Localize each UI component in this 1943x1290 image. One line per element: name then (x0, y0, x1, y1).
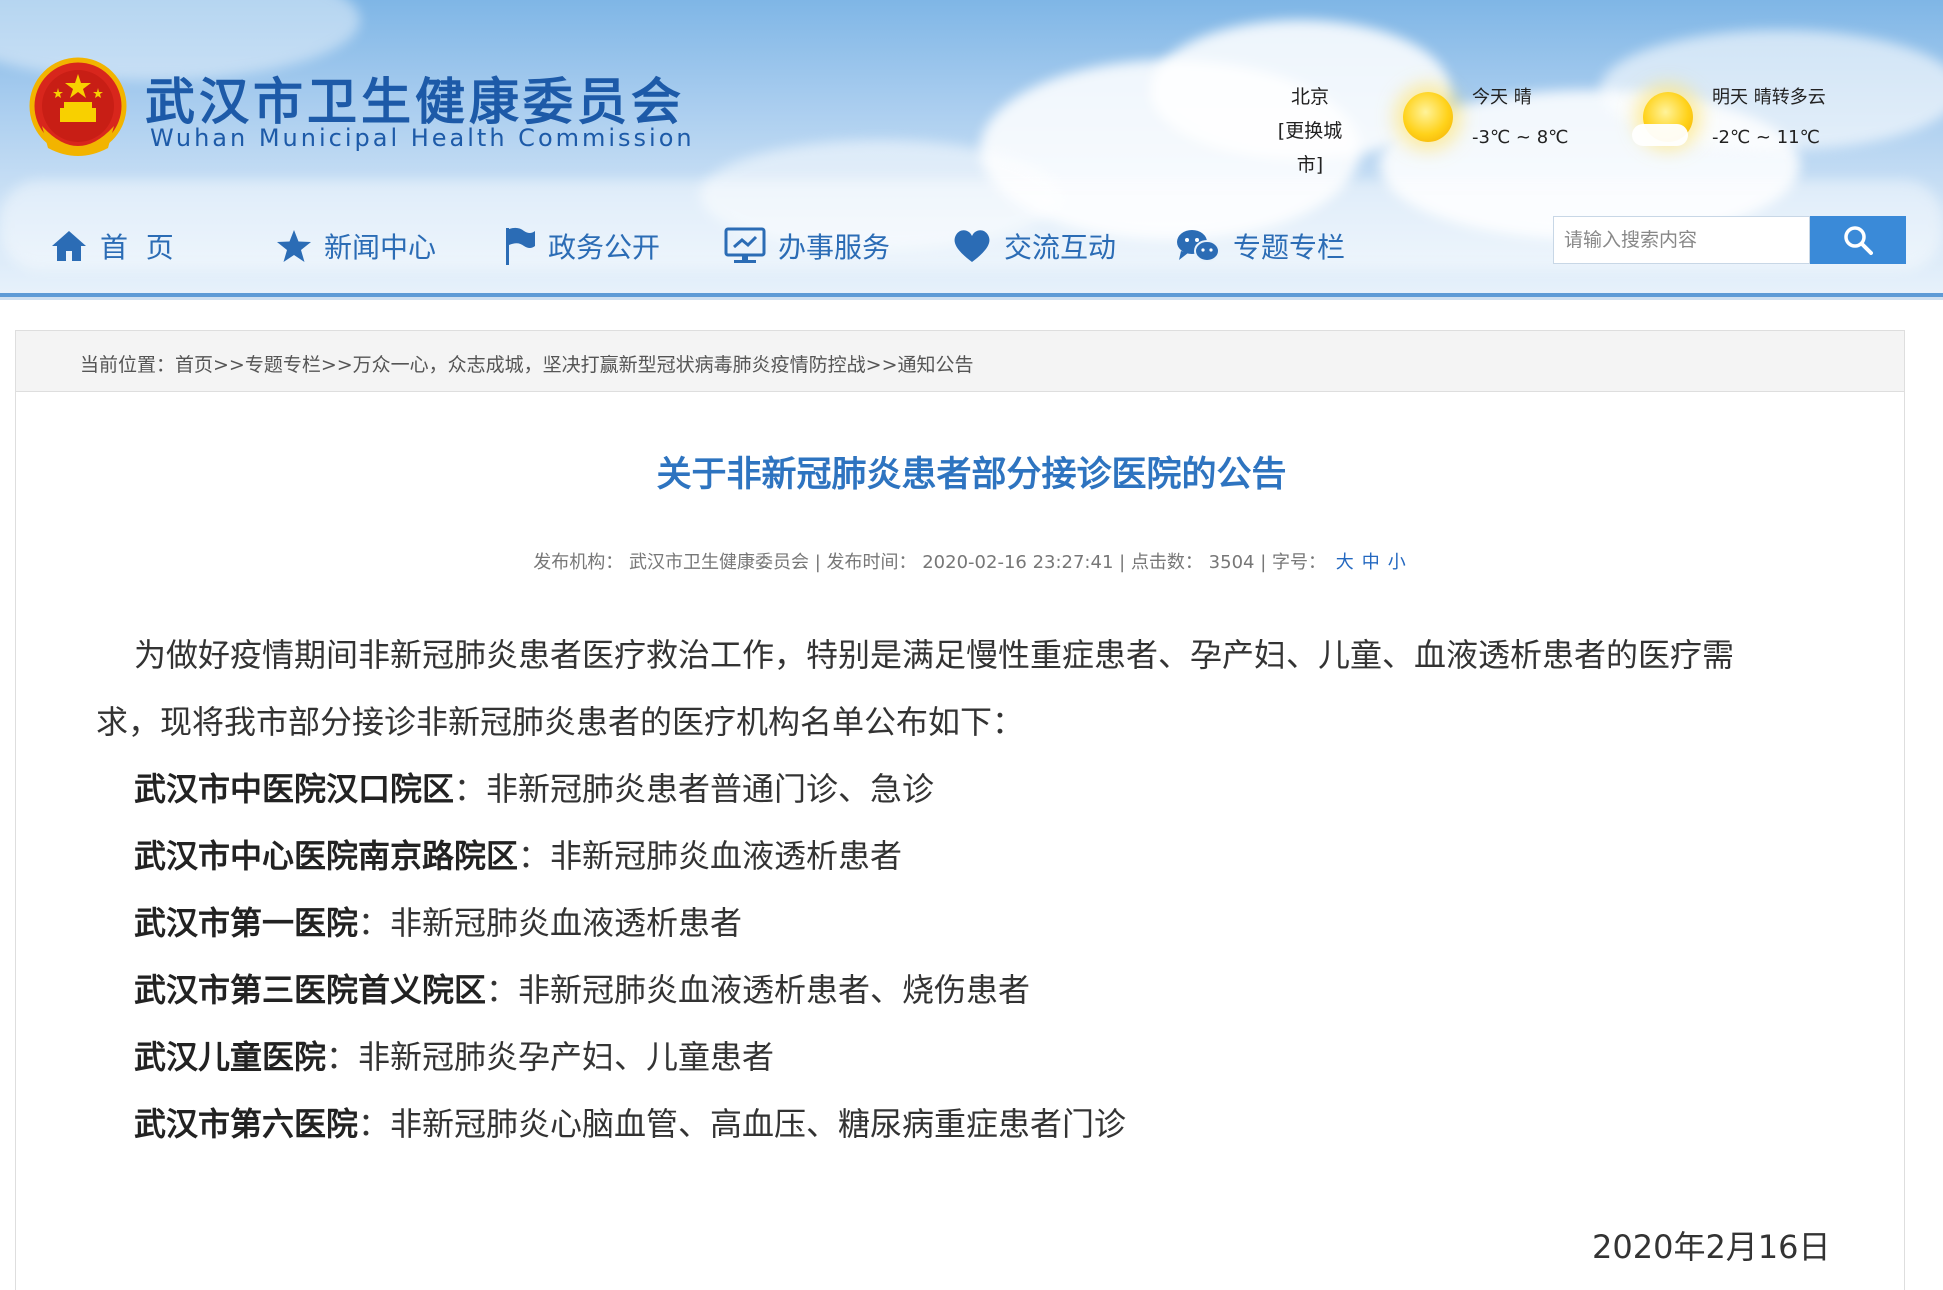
hospital-item: 武汉市中心医院南京路院区：非新冠肺炎血液透析患者 (134, 823, 902, 890)
weather-today: 今天 晴 -3℃ ~ 8℃ (1472, 78, 1568, 158)
hospital-desc: ：非新冠肺炎血液透析患者 (358, 904, 743, 942)
nav-special-label: 专题专栏 (1233, 231, 1346, 264)
heart-icon (954, 230, 990, 262)
hospital-desc: ：非新冠肺炎血液透析患者 (518, 837, 903, 875)
hospital-name: 武汉市中医院汉口院区 (134, 770, 455, 808)
weather-city: 北京 (1290, 86, 1329, 108)
weather-today-temp: -3℃ ~ 8℃ (1472, 127, 1569, 148)
publisher-label: 发布机构： (533, 552, 624, 573)
search-button[interactable] (1810, 216, 1906, 264)
monitor-icon (724, 227, 766, 263)
publish-time: 2020-02-16 23:27:41 (922, 552, 1114, 573)
hospital-name: 武汉市第三医院首义院区 (134, 971, 487, 1009)
meta-separator: | (1119, 552, 1131, 573)
nav-special[interactable]: 专题专栏 (1175, 218, 1345, 274)
cloud-icon (1632, 124, 1688, 146)
header-divider-light (0, 297, 1943, 300)
hospital-name: 武汉市第一医院 (134, 904, 359, 942)
home-icon (52, 231, 86, 261)
nav-interaction-label: 交流互动 (1004, 231, 1117, 264)
clicks-label: 点击数： (1130, 552, 1203, 573)
meta-separator: | (1260, 552, 1273, 573)
site-header: 武汉市卫生健康委员会 Wuhan Municipal Health Commis… (0, 0, 1943, 298)
search-icon (1844, 226, 1873, 255)
flag-icon (506, 227, 535, 265)
weather-tomorrow-temp: -2℃ ~ 11℃ (1712, 127, 1820, 148)
nav-news[interactable]: 新闻中心 (276, 218, 436, 274)
hospital-desc: ：非新冠肺炎血液透析患者、烧伤患者 (486, 971, 1031, 1009)
hospital-item: 武汉市第六医院：非新冠肺炎心脑血管、高血压、糖尿病重症患者门诊 (134, 1091, 1126, 1158)
hospital-desc: ：非新冠肺炎心脑血管、高血压、糖尿病重症患者门诊 (358, 1105, 1127, 1143)
publisher: 武汉市卫生健康委员会 (628, 552, 809, 573)
article-meta: 发布机构： 武汉市卫生健康委员会 | 发布时间： 2020-02-16 23:2… (0, 548, 1943, 574)
site-subtitle: Wuhan Municipal Health Commission (150, 124, 695, 152)
hospital-name: 武汉市中心医院南京路院区 (134, 837, 519, 875)
sunny-icon (1403, 92, 1453, 142)
change-city-link[interactable]: [更换城市] (1265, 114, 1355, 182)
intro-line-2: 求，现将我市部分接诊非新冠肺炎患者的医疗机构名单公布如下： (96, 703, 1025, 741)
hospital-name: 武汉儿童医院 (134, 1038, 327, 1076)
weather-city-block: 北京 [更换城市] (1265, 80, 1355, 182)
font-size-small[interactable]: 小 (1388, 552, 1406, 573)
hospital-item: 武汉市中医院汉口院区：非新冠肺炎患者普通门诊、急诊 (134, 756, 934, 823)
font-size-controls: 大中小 (1332, 552, 1410, 573)
hospital-item: 武汉市第三医院首义院区：非新冠肺炎血液透析患者、烧伤患者 (134, 957, 1030, 1024)
hospital-name: 武汉市第六医院 (134, 1105, 359, 1143)
chat-icon (1177, 230, 1220, 262)
article-title: 关于非新冠肺炎患者部分接诊医院的公告 (656, 455, 1287, 495)
weather-tomorrow-label: 明天 晴转多云 (1712, 87, 1826, 108)
hospital-desc: ：非新冠肺炎患者普通门诊、急诊 (454, 770, 935, 808)
weather-today-label: 今天 晴 (1472, 87, 1532, 108)
nav-news-label: 新闻中心 (324, 231, 437, 264)
meta-separator: | (814, 552, 827, 573)
nav-home-label: 首 页 (100, 231, 174, 264)
nav-services[interactable]: 办事服务 (724, 218, 890, 274)
breadcrumb[interactable]: 当前位置：首页>>专题专栏>>万众一心，众志成城，坚决打赢新型冠状病毒肺炎疫情防… (80, 350, 974, 377)
intro-line-1: 为做好疫情期间非新冠肺炎患者医疗救治工作，特别是满足慢性重症患者、孕产妇、儿童、… (134, 636, 1735, 674)
star-icon (277, 230, 311, 262)
nav-government-label: 政务公开 (548, 231, 661, 264)
nav-interaction[interactable]: 交流互动 (952, 218, 1116, 274)
national-emblem-icon (29, 57, 127, 156)
font-size-large[interactable]: 大 (1336, 552, 1354, 573)
article-date: 2020年2月16日 (1592, 1228, 1831, 1266)
publish-time-label: 发布时间： (826, 552, 917, 573)
font-size-label: 字号： (1272, 552, 1327, 573)
nav-government[interactable]: 政务公开 (504, 218, 660, 274)
search-input[interactable]: 请输入搜索内容 (1553, 216, 1810, 264)
weather-tomorrow: 明天 晴转多云 -2℃ ~ 11℃ (1712, 78, 1826, 158)
nav-services-label: 办事服务 (778, 231, 891, 264)
hospital-item: 武汉儿童医院：非新冠肺炎孕产妇、儿童患者 (134, 1024, 774, 1091)
font-size-medium[interactable]: 中 (1362, 552, 1380, 573)
hospital-desc: ：非新冠肺炎孕产妇、儿童患者 (326, 1038, 775, 1076)
nav-home[interactable]: 首 页 (50, 218, 174, 274)
clicks-count: 3504 (1208, 552, 1255, 573)
hospital-item: 武汉市第一医院：非新冠肺炎血液透析患者 (134, 890, 742, 957)
